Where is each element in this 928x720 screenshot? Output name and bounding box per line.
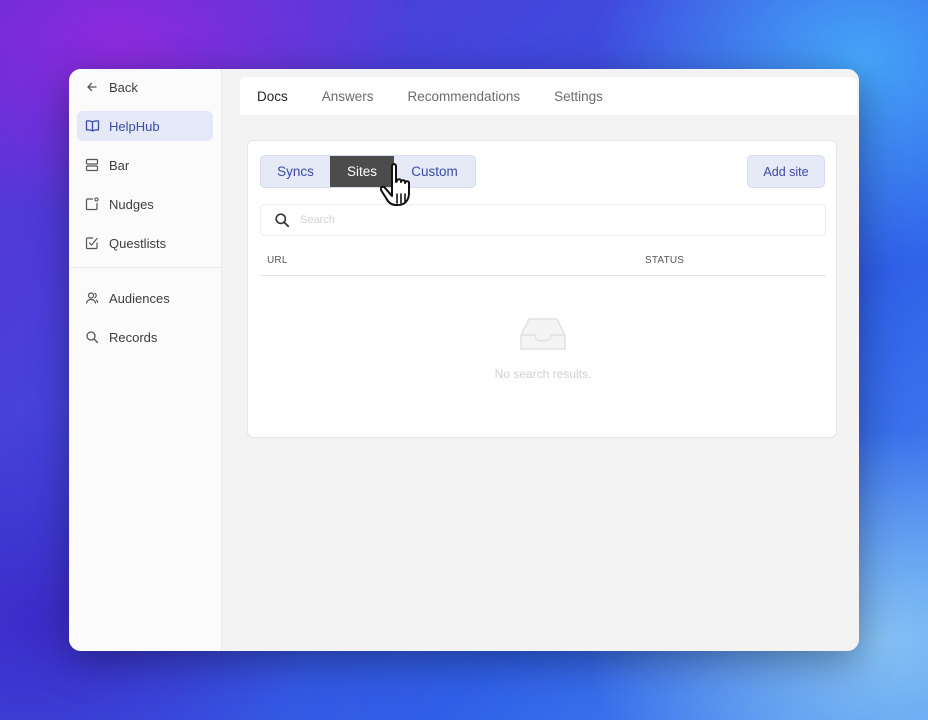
sidebar-item-nudges[interactable]: Nudges bbox=[77, 189, 213, 219]
sidebar-item-label: Bar bbox=[109, 157, 130, 173]
sidebar-item-helphub[interactable]: HelpHub bbox=[77, 111, 213, 141]
source-segmented-control: Syncs Sites Custom bbox=[260, 155, 476, 188]
back-button[interactable]: Back bbox=[77, 77, 213, 97]
tab-docs[interactable]: Docs bbox=[240, 89, 305, 104]
segment-syncs[interactable]: Syncs bbox=[261, 156, 330, 187]
arrow-left-icon bbox=[84, 79, 100, 95]
book-icon bbox=[84, 118, 100, 134]
sidebar-item-label: Questlists bbox=[109, 235, 167, 251]
tab-recommendations[interactable]: Recommendations bbox=[391, 89, 538, 104]
column-header-status[interactable]: STATUS bbox=[645, 255, 684, 266]
bar-icon bbox=[84, 157, 100, 173]
column-header-url[interactable]: URL bbox=[267, 255, 288, 266]
sidebar-item-label: Audiences bbox=[109, 290, 170, 306]
sidebar-item-questlists[interactable]: Questlists bbox=[77, 228, 213, 258]
sidebar-item-records[interactable]: Records bbox=[77, 322, 213, 352]
search-bar bbox=[260, 204, 826, 236]
sidebar-item-audiences[interactable]: Audiences bbox=[77, 283, 213, 313]
sidebar-item-label: Nudges bbox=[109, 196, 154, 212]
back-label: Back bbox=[109, 79, 138, 95]
tab-answers[interactable]: Answers bbox=[305, 89, 391, 104]
empty-message: No search results. bbox=[494, 367, 592, 381]
search-input[interactable] bbox=[300, 214, 780, 226]
tab-settings[interactable]: Settings bbox=[537, 89, 620, 104]
sidebar-item-label: HelpHub bbox=[109, 118, 160, 134]
inbox-icon bbox=[248, 313, 838, 358]
tab-bar: Docs Answers Recommendations Settings bbox=[240, 77, 857, 115]
main-panel: Docs Answers Recommendations Settings Sy… bbox=[222, 69, 859, 651]
search-icon bbox=[84, 329, 100, 345]
sidebar: Back HelpHub Bar Nudges Questlists Audie… bbox=[69, 69, 222, 651]
sidebar-item-label: Records bbox=[109, 329, 158, 345]
table-header: URL STATUS bbox=[260, 246, 826, 276]
nudge-icon bbox=[84, 196, 100, 212]
search-icon bbox=[274, 212, 290, 228]
checklist-icon bbox=[84, 235, 100, 251]
users-icon bbox=[84, 290, 100, 306]
hand-pointer-cursor-icon bbox=[380, 163, 410, 206]
sites-card: Syncs Sites Custom Add site URL STATUS bbox=[247, 140, 837, 438]
sidebar-item-bar[interactable]: Bar bbox=[77, 150, 213, 180]
app-window: Back HelpHub Bar Nudges Questlists Audie… bbox=[69, 69, 859, 651]
sidebar-divider bbox=[69, 267, 221, 268]
empty-state: No search results. bbox=[248, 313, 838, 381]
add-site-button[interactable]: Add site bbox=[747, 155, 825, 188]
